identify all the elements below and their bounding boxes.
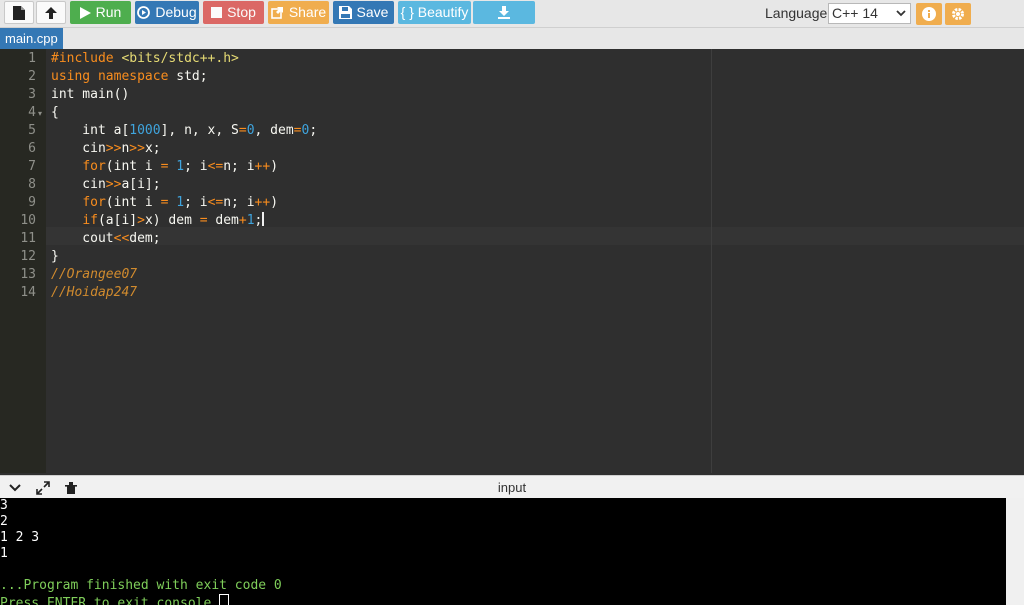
- code-line: //Orangee07: [51, 267, 138, 282]
- run-button[interactable]: Run: [70, 1, 131, 24]
- upload-button[interactable]: [36, 1, 66, 24]
- print-margin: [711, 49, 712, 473]
- stop-icon: [211, 7, 223, 18]
- fold-arrow-icon[interactable]: ▾: [38, 109, 42, 118]
- code-line: {: [51, 105, 59, 120]
- line-number: 12: [20, 249, 36, 264]
- io-panel-title: input: [497, 480, 527, 495]
- debug-icon: [137, 6, 151, 19]
- play-icon: [79, 6, 91, 19]
- line-number: 8: [28, 177, 36, 192]
- code-line: for(int i = 1; i<=n; i++): [82, 159, 279, 174]
- save-icon: [338, 6, 352, 19]
- info-icon: [922, 7, 936, 21]
- language-select[interactable]: C++ 14: [828, 3, 911, 24]
- code-line: int main(): [51, 87, 130, 102]
- tab-bar: main.cpp: [0, 28, 1024, 49]
- info-button[interactable]: [916, 3, 942, 25]
- console-scrollbar[interactable]: [1006, 498, 1024, 605]
- tab-main-cpp[interactable]: main.cpp: [0, 28, 63, 49]
- io-panel-header: input: [0, 475, 1024, 499]
- new-file-button[interactable]: [4, 1, 34, 24]
- download-icon: [498, 6, 510, 19]
- share-icon: [271, 7, 283, 19]
- save-label: Save: [356, 4, 389, 20]
- console-line: ...Program finished with exit code 0: [0, 578, 282, 593]
- stop-label: Stop: [227, 4, 256, 20]
- line-number: 4: [28, 105, 36, 120]
- share-button[interactable]: Share: [268, 1, 329, 24]
- stop-button[interactable]: Stop: [203, 1, 264, 24]
- console-line: 1: [0, 546, 8, 561]
- toolbar: Run Debug Stop Share Save { } Beautify L…: [0, 0, 1024, 28]
- share-label: Share: [288, 4, 327, 20]
- gear-icon: [952, 8, 964, 20]
- terminal-cursor: [219, 594, 230, 605]
- line-number: 2: [28, 69, 36, 84]
- line-number: 10: [20, 213, 36, 228]
- console-prompt-line: Press ENTER to exit console.: [0, 594, 230, 605]
- line-number: 13: [20, 267, 36, 282]
- console-line: 1 2 3: [0, 530, 40, 545]
- chevron-down-icon: [896, 10, 906, 17]
- code-line: cout<<dem;: [51, 231, 161, 246]
- download-button[interactable]: [473, 1, 535, 24]
- code-line: if(a[i]>x) dem = dem+1;: [82, 212, 265, 228]
- debug-label: Debug: [155, 4, 197, 20]
- line-number: 3: [28, 87, 36, 102]
- beautify-label: { } Beautify: [400, 4, 469, 20]
- line-number: 6: [28, 141, 36, 156]
- line-number: 9: [28, 195, 36, 210]
- line-number: 7: [28, 159, 36, 174]
- code-editor[interactable]: 1 2 3 4 ▾ 5 6 7 8 9 10 11 12 13 14 #incl…: [0, 49, 1024, 473]
- console-line: 3: [0, 498, 8, 513]
- save-button[interactable]: Save: [333, 1, 394, 24]
- beautify-button[interactable]: { } Beautify: [398, 1, 471, 24]
- line-number: 5: [28, 123, 36, 138]
- code-line: using namespace std;: [51, 69, 208, 84]
- settings-button[interactable]: [945, 3, 971, 25]
- text-cursor: [262, 212, 265, 226]
- line-number: 11: [20, 231, 36, 246]
- code-line: cin>>n>>x;: [51, 141, 161, 156]
- code-line: cin>>a[i];: [51, 177, 161, 192]
- file-icon: [13, 5, 25, 20]
- code-line: //Hoidap247: [51, 285, 138, 300]
- line-number: 14: [20, 285, 36, 300]
- language-value: C++ 14: [832, 5, 878, 21]
- upload-icon: [45, 6, 57, 19]
- code-line: #include <bits/stdc++.h>: [51, 51, 239, 66]
- code-line: for(int i = 1; i<=n; i++): [82, 195, 279, 210]
- line-number: 1: [28, 51, 36, 66]
- console-line: 2: [0, 514, 8, 529]
- console-output[interactable]: 3 2 1 2 3 1 ...Program finished with exi…: [0, 498, 1006, 605]
- language-label: Language: [765, 5, 828, 21]
- run-label: Run: [95, 4, 122, 20]
- console-line: Press ENTER to exit console.: [0, 596, 220, 605]
- code-line: }: [51, 249, 59, 264]
- debug-button[interactable]: Debug: [135, 1, 199, 24]
- code-line: int a[1000], n, x, S=0, dem=0;: [51, 123, 318, 138]
